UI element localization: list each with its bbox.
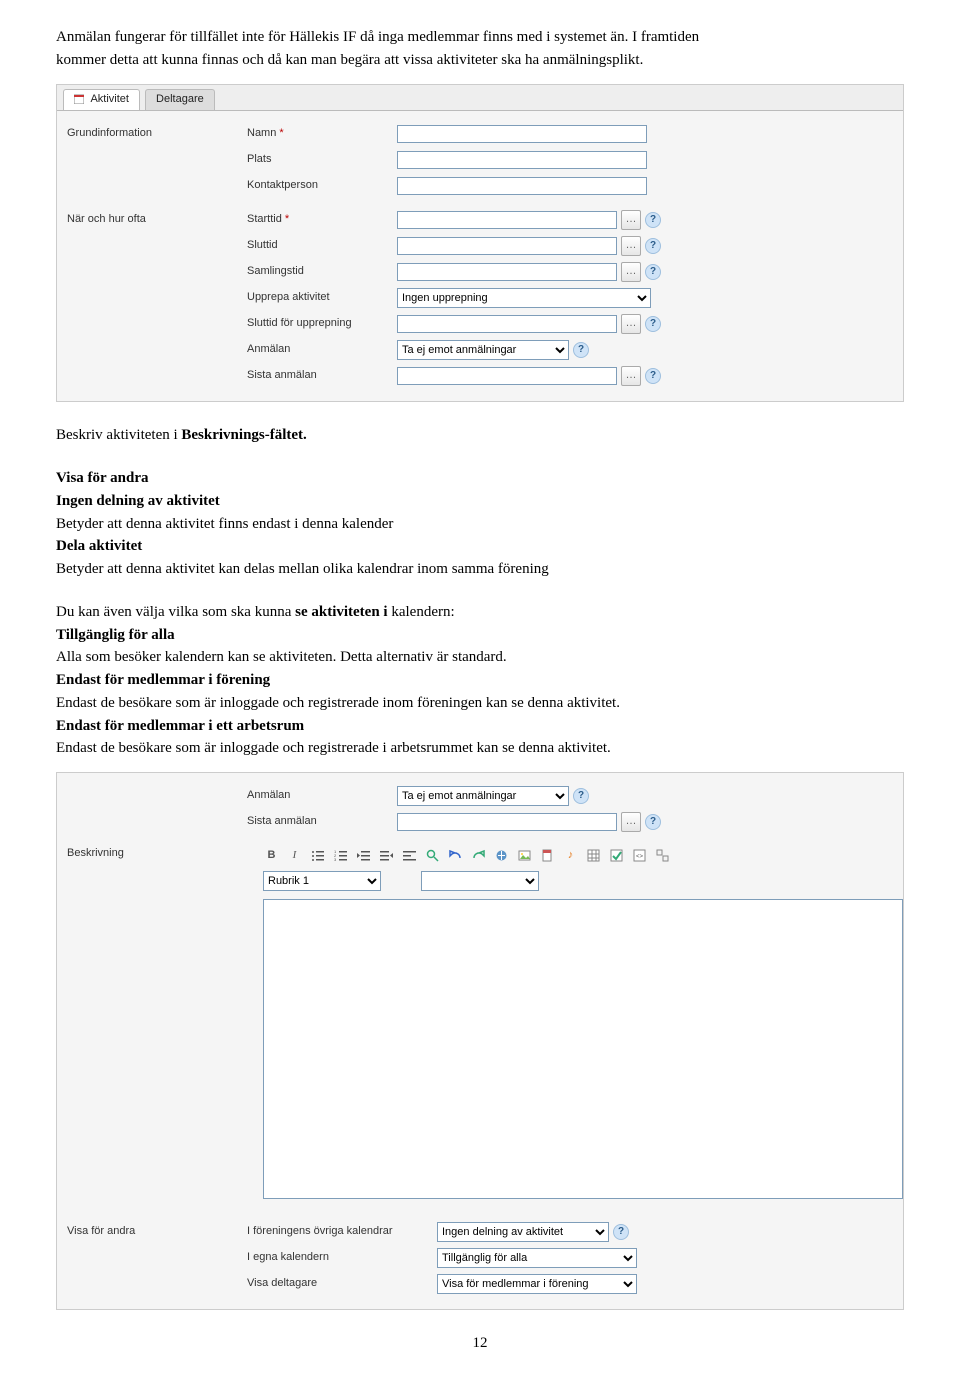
dela-aktivitet-body: Betyder att denna aktivitet kan delas me… <box>56 560 904 579</box>
datepicker-button[interactable]: … <box>621 314 641 334</box>
group-visa: Visa för andra <box>57 1225 247 1239</box>
ingen-delning-body: Betyder att denna aktivitet finns endast… <box>56 515 904 534</box>
label-visa-deltagare: Visa deltagare <box>247 1277 437 1291</box>
redo-icon[interactable] <box>470 847 487 864</box>
svg-text:3: 3 <box>334 857 337 862</box>
input-samlingstid[interactable] <box>397 263 617 281</box>
svg-text:<>: <> <box>636 854 644 860</box>
label-plats: Plats <box>247 153 397 167</box>
editor-toolbar: B I 123 ♪ <> <box>263 847 671 864</box>
label-sista-anmalan-2: Sista anmälan <box>247 815 397 829</box>
source-icon[interactable]: <> <box>631 847 648 864</box>
ingen-delning-head: Ingen delning av aktivitet <box>56 492 904 511</box>
check-icon[interactable] <box>608 847 625 864</box>
activity-form-screenshot-2: Anmälan Ta ej emot anmälningar ? Sista a… <box>56 772 904 1310</box>
page-number: 12 <box>56 1334 904 1353</box>
label-egna-kalendern: I egna kalendern <box>247 1251 437 1265</box>
link-icon[interactable] <box>493 847 510 864</box>
tabs-row: Aktivitet Deltagare <box>57 85 903 112</box>
form-grid-1: Grundinformation Namn * Plats Kontaktper… <box>57 111 903 401</box>
endast-arbetsrum-head: Endast för medlemmar i ett arbetsrum <box>56 717 904 736</box>
datepicker-button[interactable]: … <box>621 366 641 386</box>
tab-aktivitet[interactable]: Aktivitet <box>63 89 140 111</box>
expand-icon[interactable] <box>654 847 671 864</box>
select-upprepa[interactable]: Ingen upprepning <box>397 288 651 308</box>
select-anmalan-2[interactable]: Ta ej emot anmälningar <box>397 786 569 806</box>
label-starttid: Starttid * <box>247 213 397 227</box>
input-sluttid[interactable] <box>397 237 617 255</box>
editor-textarea[interactable] <box>263 899 903 1199</box>
label-namn: Namn * <box>247 127 397 141</box>
activity-form-screenshot-1: Aktivitet Deltagare Grundinformation Nam… <box>56 84 904 403</box>
attachment-icon[interactable] <box>539 847 556 864</box>
endast-forening-body: Endast de besökare som är inloggade och … <box>56 694 904 713</box>
help-icon[interactable]: ? <box>573 788 589 804</box>
label-sluttid-upprepning: Sluttid för upprepning <box>247 317 397 331</box>
select-ovriga[interactable]: Ingen delning av aktivitet <box>437 1222 609 1242</box>
numbered-list-icon[interactable]: 123 <box>332 847 349 864</box>
tab-deltagare[interactable]: Deltagare <box>145 89 215 111</box>
select-egna[interactable]: Tillgänglig för alla <box>437 1248 637 1268</box>
datepicker-button[interactable]: … <box>621 262 641 282</box>
input-sluttid-upprepning[interactable] <box>397 315 617 333</box>
help-icon[interactable]: ? <box>645 368 661 384</box>
help-icon[interactable]: ? <box>573 342 589 358</box>
help-icon[interactable]: ? <box>645 264 661 280</box>
datepicker-button[interactable]: … <box>621 236 641 256</box>
select-visa-deltagare[interactable]: Visa för medlemmar i förening <box>437 1274 637 1294</box>
table-icon[interactable] <box>585 847 602 864</box>
label-anmalan: Anmälan <box>247 343 397 357</box>
visa-for-andra-head: Visa för andra <box>56 469 904 488</box>
help-icon[interactable]: ? <box>645 814 661 830</box>
bullet-list-icon[interactable] <box>309 847 326 864</box>
image-icon[interactable] <box>516 847 533 864</box>
input-kontakt[interactable] <box>397 177 647 195</box>
indent-icon[interactable] <box>378 847 395 864</box>
datepicker-button[interactable]: … <box>621 812 641 832</box>
tab-aktivitet-label: Aktivitet <box>90 93 129 105</box>
tillganglig-head: Tillgänglig för alla <box>56 626 904 645</box>
datepicker-button[interactable]: … <box>621 210 641 230</box>
label-upprepa: Upprepa aktivitet <box>247 291 397 305</box>
intro-line-2: kommer detta att kunna finnas och då kan… <box>56 51 904 70</box>
undo-icon[interactable] <box>447 847 464 864</box>
help-icon[interactable]: ? <box>645 316 661 332</box>
help-icon[interactable]: ? <box>645 238 661 254</box>
italic-icon[interactable]: I <box>286 847 303 864</box>
group-beskrivning: Beskrivning <box>57 847 174 861</box>
label-sista-anmalan: Sista anmälan <box>247 369 397 383</box>
input-sista-anmalan-2[interactable] <box>397 813 617 831</box>
form-grid-2: Anmälan Ta ej emot anmälningar ? Sista a… <box>57 773 903 1309</box>
group-nar: När och hur ofta <box>57 213 247 227</box>
dela-aktivitet-head: Dela aktivitet <box>56 537 904 556</box>
label-sluttid: Sluttid <box>247 239 397 253</box>
align-left-icon[interactable] <box>401 847 418 864</box>
help-icon[interactable]: ? <box>645 212 661 228</box>
endast-forening-head: Endast för medlemmar i förening <box>56 671 904 690</box>
label-ovriga-kalendrar: I föreningens övriga kalendrar <box>247 1225 437 1239</box>
input-starttid[interactable] <box>397 211 617 229</box>
endast-arbetsrum-body: Endast de besökare som är inloggade och … <box>56 739 904 758</box>
input-namn[interactable] <box>397 125 647 143</box>
tillganglig-body: Alla som besöker kalendern kan se aktivi… <box>56 648 904 667</box>
label-kontakt: Kontaktperson <box>247 179 397 193</box>
calendar-icon <box>74 94 84 104</box>
input-sista-anmalan[interactable] <box>397 367 617 385</box>
select-anmalan[interactable]: Ta ej emot anmälningar <box>397 340 569 360</box>
aven-line: Du kan även välja vilka som ska kunna se… <box>56 603 904 622</box>
editor-style-select[interactable] <box>421 871 539 891</box>
help-icon[interactable]: ? <box>613 1224 629 1240</box>
find-icon[interactable] <box>424 847 441 864</box>
beskriv-line: Beskriv aktiviteten i Beskrivnings-fälte… <box>56 426 904 445</box>
music-icon[interactable]: ♪ <box>562 847 579 864</box>
bold-icon[interactable]: B <box>263 847 280 864</box>
input-plats[interactable] <box>397 151 647 169</box>
label-anmalan-2: Anmälan <box>247 789 397 803</box>
label-samlingstid: Samlingstid <box>247 265 397 279</box>
editor-heading-select[interactable]: Rubrik 1 <box>263 871 381 891</box>
intro-line-1: Anmälan fungerar för tillfället inte för… <box>56 28 904 47</box>
outdent-icon[interactable] <box>355 847 372 864</box>
group-grundinformation: Grundinformation <box>57 127 247 141</box>
